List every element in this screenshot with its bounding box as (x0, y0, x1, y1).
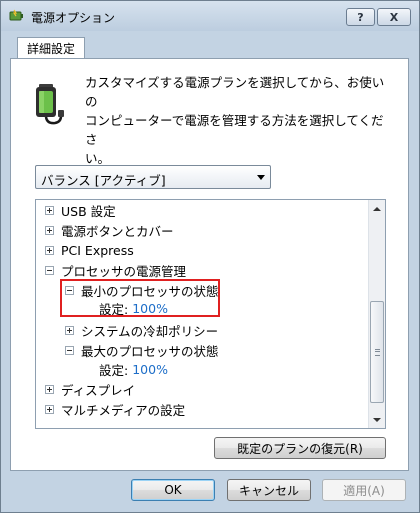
tree-scrollbar[interactable] (368, 200, 385, 428)
close-button[interactable]: X (377, 8, 411, 26)
tree-item-label: 最大のプロセッサの状態 (81, 343, 219, 359)
power-options-icon (9, 9, 23, 21)
tree-item-usb[interactable]: USB 設定 (45, 201, 116, 219)
title-bar[interactable]: 電源オプション ? X (1, 1, 419, 31)
expand-icon[interactable] (45, 404, 54, 414)
grip-icon (375, 349, 380, 356)
scroll-down-icon (373, 417, 381, 422)
scrollbar-thumb[interactable] (370, 301, 384, 403)
ok-button[interactable]: OK (131, 479, 215, 501)
cancel-button[interactable]: キャンセル (227, 479, 311, 501)
setting-label: 設定: (99, 362, 129, 378)
collapse-icon[interactable] (45, 265, 54, 275)
setting-value[interactable]: 100% (132, 362, 168, 377)
expand-icon[interactable] (45, 205, 54, 215)
tab-advanced-settings[interactable]: 詳細設定 (17, 37, 85, 59)
apply-button[interactable]: 適用(A) (322, 479, 406, 501)
power-plan-value: バランス [アクティブ] (41, 173, 166, 188)
tree-item-label: USB 設定 (61, 203, 116, 219)
tree-item-pci-express[interactable]: PCI Express (45, 241, 134, 259)
tree-item-label: ディスプレイ (61, 382, 136, 398)
description-text: カスタマイズする電源プランを選択してから、お使いの コンピューターで電源を管理す… (85, 73, 395, 168)
tree-setting-max-processor[interactable]: 設定: 100% (99, 360, 168, 378)
settings-tree[interactable]: USB 設定 電源ボタンとカバー PCI Express プロセッサの電源管理 … (35, 199, 386, 429)
power-plan-select[interactable]: バランス [アクティブ] (35, 165, 271, 189)
tree-item-multimedia[interactable]: マルチメディアの設定 (45, 400, 185, 418)
scroll-down-button[interactable] (369, 411, 385, 428)
advanced-settings-panel: カスタマイズする電源プランを選択してから、お使いの コンピューターで電源を管理す… (10, 58, 409, 471)
help-button[interactable]: ? (346, 8, 375, 26)
tree-item-label: 電源ボタンとカバー (61, 223, 174, 239)
tree-item-power-buttons[interactable]: 電源ボタンとカバー (45, 221, 174, 239)
window-title: 電源オプション (31, 11, 116, 25)
tree-item-system-cooling[interactable]: システムの冷却ポリシー (65, 321, 218, 339)
expand-icon[interactable] (45, 384, 54, 394)
tree-item-label: マルチメディアの設定 (61, 402, 186, 418)
expand-icon[interactable] (45, 225, 54, 235)
tree-item-label: システムの冷却ポリシー (81, 323, 219, 339)
expand-icon[interactable] (45, 245, 54, 255)
scroll-up-icon (373, 206, 381, 211)
description-line: コンピューターで電源を管理する方法を選択してくださ (85, 113, 384, 147)
tree-item-processor-power[interactable]: プロセッサの電源管理 (45, 261, 186, 279)
battery-plug-icon (36, 84, 64, 125)
description-line: カスタマイズする電源プランを選択してから、お使いの (85, 75, 385, 109)
power-options-window: 電源オプション ? X 詳細設定 カスタマイズする電源プランを選択してから、お使… (0, 0, 420, 513)
tree-item-display[interactable]: ディスプレイ (45, 380, 135, 398)
chevron-down-icon (257, 175, 265, 180)
close-icon: X (389, 10, 399, 24)
highlight-box (60, 279, 220, 317)
help-button-label: ? (357, 10, 364, 24)
tree-item-max-processor-state[interactable]: 最大のプロセッサの状態 (65, 341, 219, 359)
scroll-up-button[interactable] (369, 200, 385, 217)
tree-item-label: プロセッサの電源管理 (61, 263, 187, 279)
tree-item-label: PCI Express (61, 242, 134, 258)
expand-icon[interactable] (65, 325, 74, 335)
collapse-icon[interactable] (65, 345, 74, 355)
restore-defaults-button[interactable]: 既定のプランの復元(R) (214, 437, 386, 459)
